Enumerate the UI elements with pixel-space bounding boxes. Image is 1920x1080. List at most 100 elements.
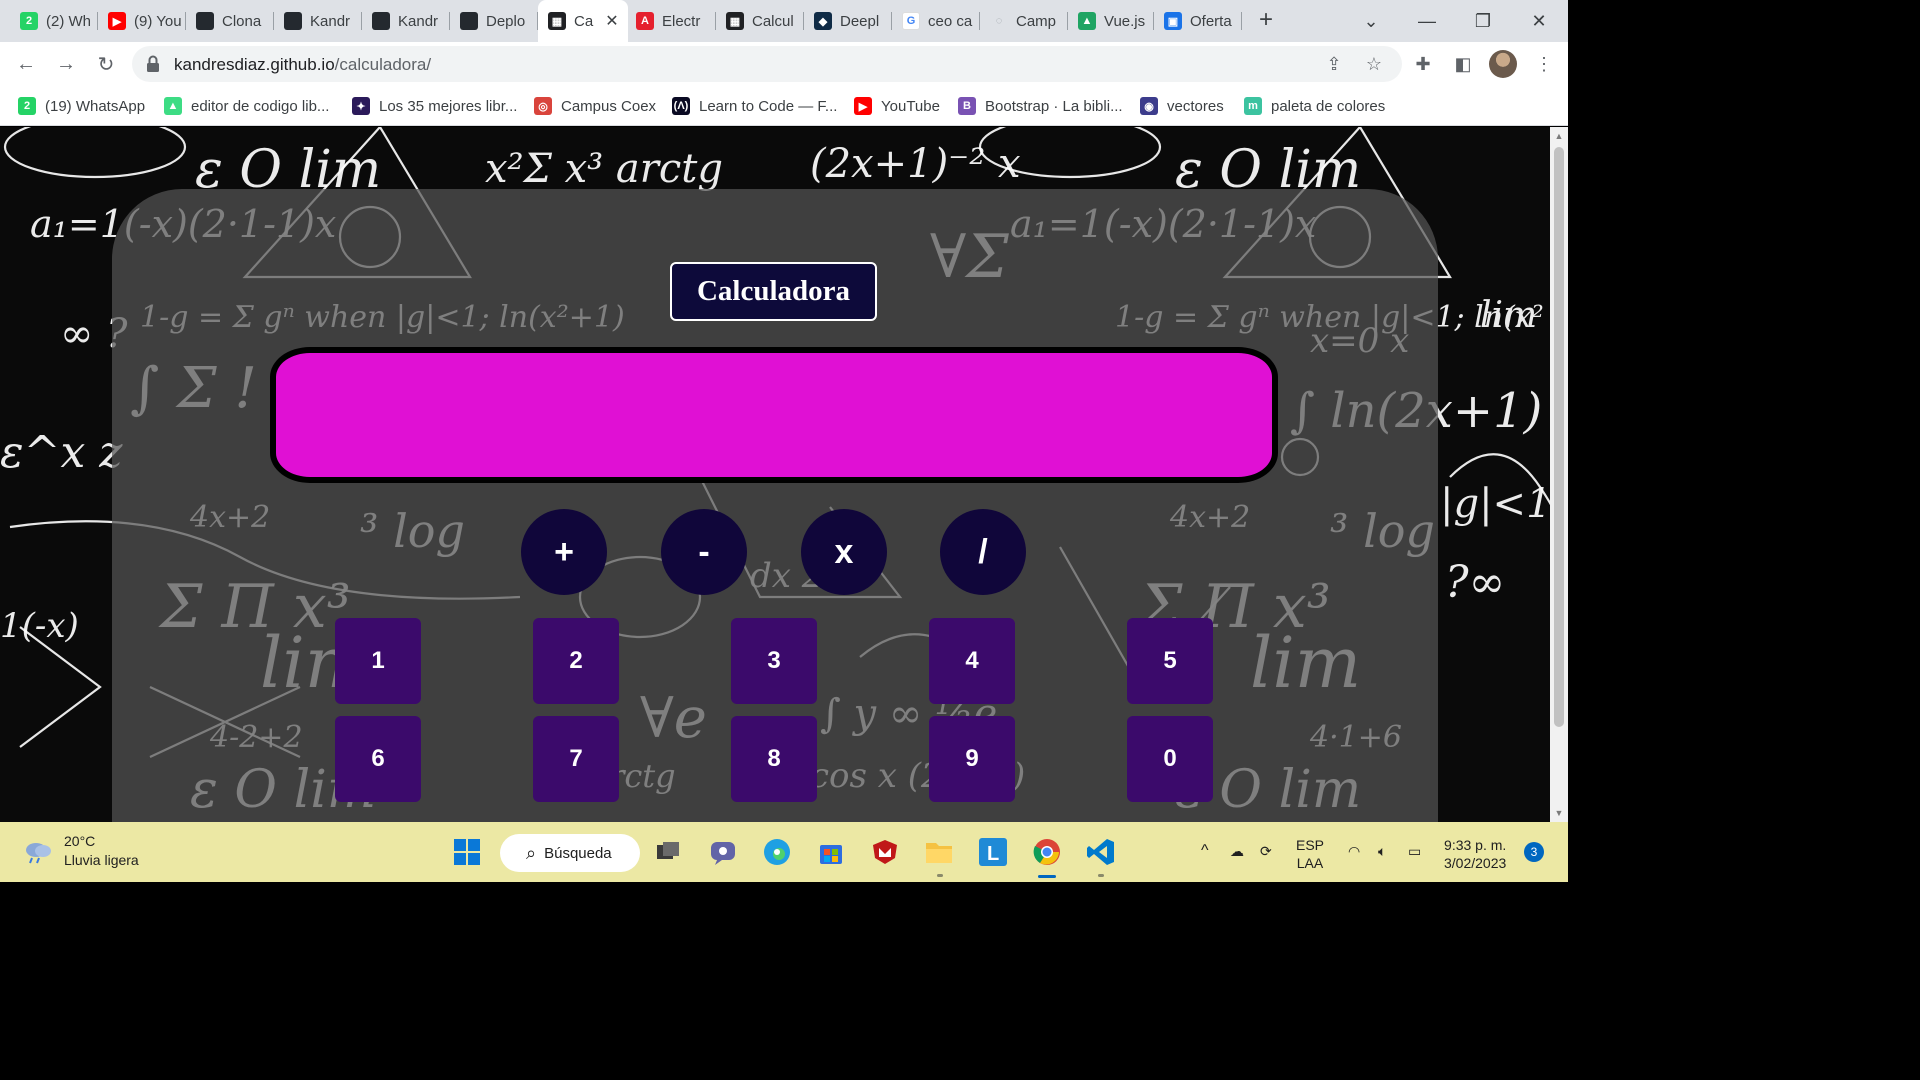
digit-button-3[interactable]: 3	[731, 618, 817, 704]
book-icon: ✦	[352, 97, 370, 115]
extensions-icon[interactable]: ✚	[1409, 50, 1437, 78]
clock[interactable]: 9:33 p. m. 3/02/2023	[1444, 836, 1506, 872]
digit-button-2[interactable]: 2	[533, 618, 619, 704]
browser-tab[interactable]: ◆ Deepl	[804, 0, 892, 42]
svg-text:|g|<1: |g|<1	[1440, 481, 1550, 527]
browser-tab[interactable]: ▦ Ca ✕	[538, 0, 628, 42]
page-scrollbar[interactable]: ▲ ▼	[1550, 127, 1568, 822]
tab-title: Calcul	[752, 12, 794, 30]
bookmark-item[interactable]: ✦ Los 35 mejores libr...	[352, 94, 517, 118]
browser-tab[interactable]: 2 (2) Wh	[10, 0, 98, 42]
github-icon	[372, 12, 390, 30]
freecodecamp-icon: (Λ)	[672, 97, 690, 115]
calculator-icon: ▦	[726, 12, 744, 30]
digit-button-8[interactable]: 8	[731, 716, 817, 802]
sync-icon[interactable]: ⟳	[1260, 842, 1272, 860]
whatsapp-icon: 2	[18, 97, 36, 115]
notification-badge[interactable]: 3	[1524, 842, 1544, 862]
github-icon	[284, 12, 302, 30]
close-tab-icon[interactable]: ✕	[605, 11, 618, 31]
l-app-icon[interactable]: L	[975, 834, 1011, 870]
tab-title: Vue.js	[1104, 12, 1146, 30]
close-window-button[interactable]: ✕	[1511, 0, 1567, 42]
date-text: 3/02/2023	[1444, 855, 1507, 871]
battery-icon[interactable]: ▭	[1408, 842, 1421, 860]
file-explorer-icon[interactable]	[921, 834, 957, 870]
browser-tab[interactable]: ▶ (9) You	[98, 0, 186, 42]
chrome-icon[interactable]	[1029, 834, 1065, 870]
browser-tab[interactable]: Deplo	[450, 0, 538, 42]
digit-button-7[interactable]: 7	[533, 716, 619, 802]
browser-tab[interactable]: Kandr	[274, 0, 362, 42]
bookmarks-bar: 2 (19) WhatsApp ▲ editor de codigo lib... ✦ L…	[0, 86, 1568, 126]
bookmark-item[interactable]: B Bootstrap · La bibli...	[958, 94, 1123, 118]
forward-arrow-icon[interactable]: →	[52, 50, 80, 78]
bookmark-item[interactable]: ▶ YouTube	[854, 94, 940, 118]
bookmark-item[interactable]: ◉ vectores	[1140, 94, 1224, 118]
bookmark-item[interactable]: 2 (19) WhatsApp	[18, 94, 145, 118]
digit-button-6[interactable]: 6	[335, 716, 421, 802]
scroll-down-icon[interactable]: ▼	[1554, 808, 1564, 818]
edge-icon[interactable]	[759, 834, 795, 870]
browser-tab[interactable]: ▣ Oferta	[1154, 0, 1242, 42]
onedrive-icon[interactable]: ☁	[1230, 842, 1244, 860]
digit-button-5[interactable]: 5	[1127, 618, 1213, 704]
vscode-icon[interactable]	[1083, 834, 1119, 870]
tab-title: Camp	[1016, 12, 1057, 30]
back-arrow-icon[interactable]: ←	[12, 50, 40, 78]
tab-title: Electr	[662, 12, 701, 30]
volume-icon[interactable]: 🔈︎	[1378, 842, 1386, 860]
bookmark-item[interactable]: ◎ Campus Coex	[534, 94, 656, 118]
browser-toolbar: ← → ↻ kandresdiaz.github.io/calculadora/…	[0, 42, 1568, 86]
reload-icon[interactable]: ↻	[92, 50, 120, 78]
plus-button[interactable]: +	[521, 509, 607, 595]
microsoft-store-icon[interactable]	[813, 834, 849, 870]
scrollbar-thumb[interactable]	[1554, 147, 1564, 727]
bookmark-item[interactable]: (Λ) Learn to Code — F...	[672, 94, 837, 118]
divide-button[interactable]: /	[940, 509, 1026, 595]
browser-tab[interactable]: Clona	[186, 0, 274, 42]
browser-tab[interactable]: Kandr	[362, 0, 450, 42]
wifi-icon[interactable]: ◠	[1348, 842, 1360, 860]
digit-button-0[interactable]: 0	[1127, 716, 1213, 802]
mcafee-icon[interactable]	[867, 834, 903, 870]
side-panel-icon[interactable]: ◧	[1449, 50, 1477, 78]
bookmark-item[interactable]: ▲ editor de codigo lib...	[164, 94, 329, 118]
digit-button-9[interactable]: 9	[929, 716, 1015, 802]
scroll-up-icon[interactable]: ▲	[1554, 131, 1564, 141]
language-bottom: LAA	[1296, 855, 1324, 871]
profile-avatar[interactable]	[1489, 50, 1517, 78]
bookmark-label: paleta de colores	[1271, 97, 1386, 115]
browser-tab[interactable]: A Electr	[626, 0, 716, 42]
minimize-button[interactable]: —	[1399, 0, 1455, 42]
browser-tab[interactable]: ▦ Calcul	[716, 0, 804, 42]
bookmark-label: Learn to Code — F...	[699, 97, 838, 115]
multiply-button[interactable]: x	[801, 509, 887, 595]
browser-tab[interactable]: ◌ Camp	[980, 0, 1068, 42]
tab-title: (9) You	[134, 12, 182, 30]
temperature-text: 20°C	[64, 833, 96, 849]
digit-button-4[interactable]: 4	[929, 618, 1015, 704]
tab-search-icon[interactable]: ⌄	[1343, 0, 1399, 42]
new-tab-button[interactable]: +	[1253, 8, 1279, 34]
language-indicator[interactable]: ESP LAA	[1296, 836, 1324, 872]
teams-chat-icon[interactable]	[705, 834, 741, 870]
restore-button[interactable]: ❐	[1455, 0, 1511, 42]
windows-taskbar: 20°C Lluvia ligera ⌕ Búsqueda L ^ ☁ ⟳ ES…	[0, 822, 1568, 882]
browser-tab[interactable]: ▲ Vue.js	[1068, 0, 1154, 42]
address-bar[interactable]: kandresdiaz.github.io/calculadora/ ⇪ ☆	[132, 46, 1402, 82]
menu-kebab-icon[interactable]: ⋮	[1530, 50, 1558, 78]
active-app-indicator	[1038, 875, 1056, 878]
bookmark-star-icon[interactable]: ☆	[1362, 52, 1386, 76]
tray-overflow-icon[interactable]: ^	[1201, 842, 1209, 860]
bookmark-item[interactable]: m paleta de colores	[1244, 94, 1385, 118]
taskbar-search[interactable]: ⌕ Búsqueda	[500, 834, 640, 872]
windows-start-icon[interactable]	[449, 834, 485, 870]
weather-widget[interactable]: 20°C Lluvia ligera	[22, 832, 139, 870]
adobe-acrobat-icon: A	[636, 12, 654, 30]
browser-tab[interactable]: Gceo ca	[892, 0, 980, 42]
digit-button-1[interactable]: 1	[335, 618, 421, 704]
minus-button[interactable]: -	[661, 509, 747, 595]
share-icon[interactable]: ⇪	[1322, 52, 1346, 76]
task-view-icon[interactable]	[650, 834, 686, 870]
